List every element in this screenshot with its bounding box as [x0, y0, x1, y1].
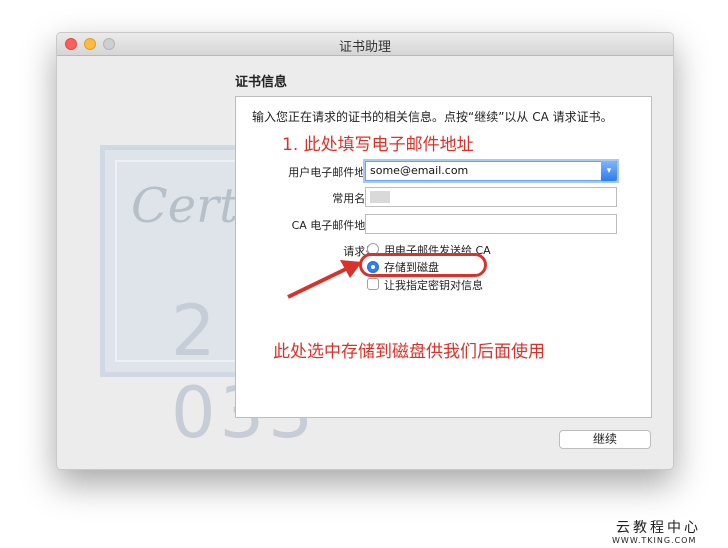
annotation-arrow: [287, 260, 362, 299]
watermark-en: WWW.TKING.COM: [612, 536, 697, 545]
watermark-cn: 云教程中心: [616, 520, 701, 536]
